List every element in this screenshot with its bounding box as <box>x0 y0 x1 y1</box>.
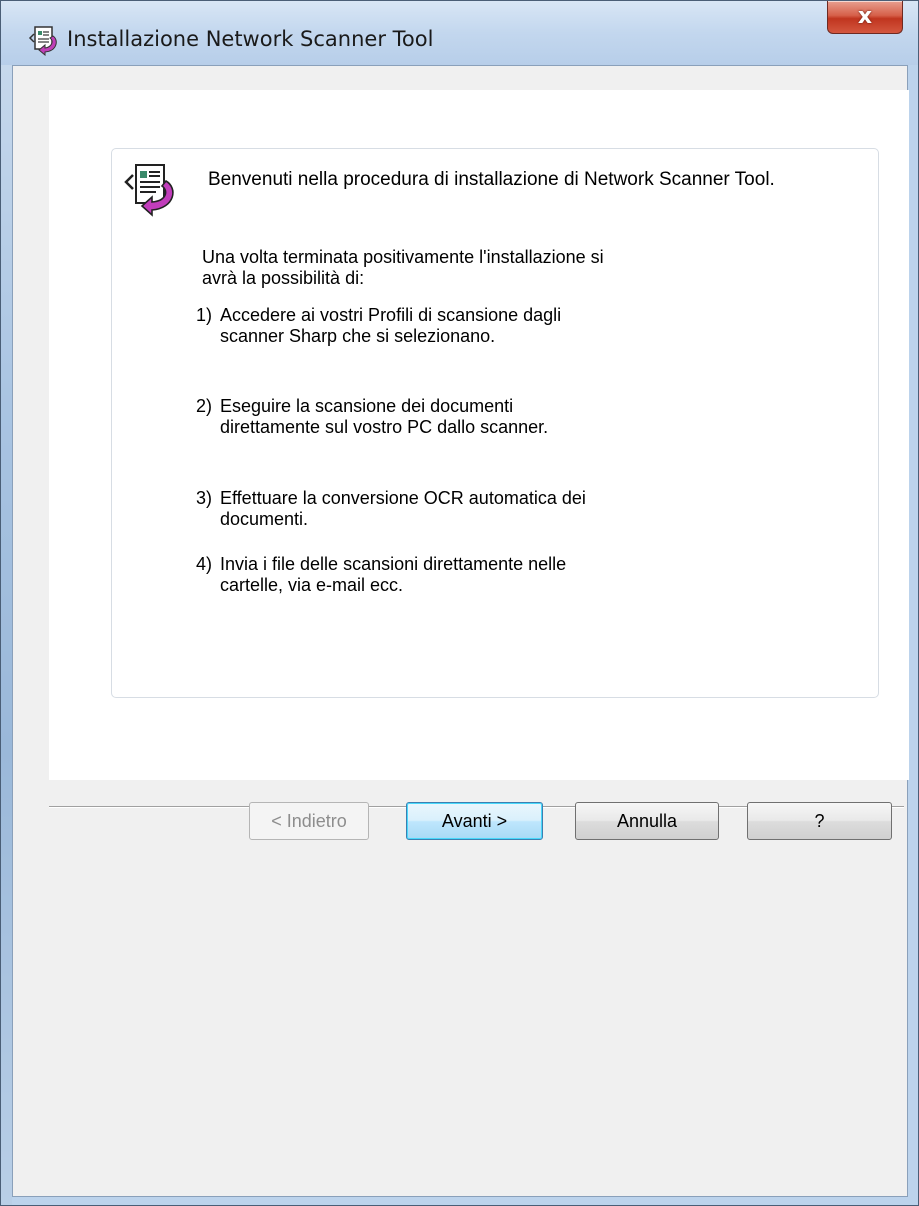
welcome-panel: Benvenuti nella procedura di installazio… <box>111 148 879 698</box>
list-item-line-2: direttamente sul vostro PC dallo scanner… <box>220 417 549 437</box>
title-bar[interactable]: Installazione Network Scanner Tool x <box>1 1 918 65</box>
installer-icon <box>28 26 57 56</box>
welcome-heading: Benvenuti nella procedura di installazio… <box>208 169 775 190</box>
list-item-line-2: cartelle, via e-mail ecc. <box>220 575 404 595</box>
wizard-client-area: Benvenuti nella procedura di installazio… <box>12 65 909 1197</box>
list-item-number: 2) <box>196 396 213 416</box>
list-item-line-1: Eseguire la scansione dei documenti <box>220 396 514 416</box>
list-item-line-1: Invia i file delle scansioni direttament… <box>220 554 567 574</box>
intro-line-1: Una volta terminata positivamente l'inst… <box>202 247 604 267</box>
cancel-button[interactable]: Annulla <box>575 802 719 840</box>
list-item-number: 1) <box>196 305 213 325</box>
help-button[interactable]: ? <box>747 802 892 840</box>
wizard-page: Benvenuti nella procedura di installazio… <box>49 90 909 780</box>
setup-wizard-icon <box>124 164 174 217</box>
intro-line-2: avrà la possibilità di: <box>202 268 365 288</box>
next-button[interactable]: Avanti > <box>406 802 543 840</box>
list-item-line-1: Accedere ai vostri Profili di scansione … <box>220 305 562 325</box>
list-item-number: 4) <box>196 554 213 574</box>
close-button[interactable]: x <box>827 1 903 34</box>
window-frame-edge <box>1 65 12 1205</box>
list-item-line-2: scanner Sharp che si selezionano. <box>220 326 496 346</box>
installer-window: Installazione Network Scanner Tool x Ben <box>0 0 919 1206</box>
window-title: Installazione Network Scanner Tool <box>67 27 434 51</box>
close-icon: x <box>857 4 873 29</box>
list-item-number: 3) <box>196 488 213 508</box>
back-button[interactable]: < Indietro <box>249 802 369 840</box>
list-item-line-1: Effettuare la conversione OCR automatica… <box>220 488 586 508</box>
intro-text: Una volta terminata positivamente l'inst… <box>202 247 702 289</box>
list-item-line-2: documenti. <box>220 509 309 529</box>
